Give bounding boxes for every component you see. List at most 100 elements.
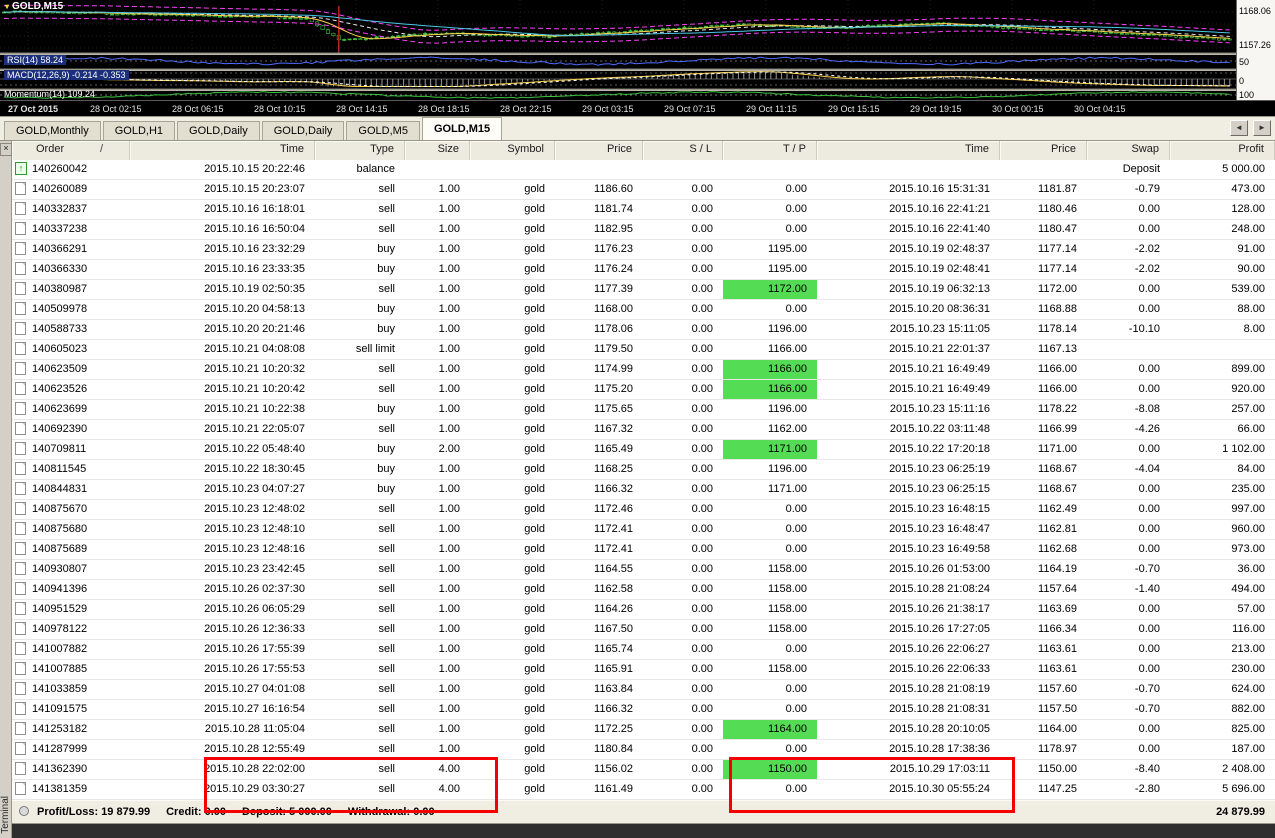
chart-tab-gold-m15[interactable]: GOLD,M15 [421, 117, 503, 140]
table-row[interactable]: 140844831 2015.10.23 04:07:27 buy 1.00 gold 1… [12, 480, 1275, 500]
table-row[interactable]: 141033859 2015.10.27 04:01:08 sell 1.00 gold… [12, 680, 1275, 700]
cell-ctime: 2015.10.28 20:10:05 [889, 723, 990, 735]
column-header-profit[interactable]: Profit [1170, 141, 1275, 160]
column-header-swap[interactable]: Swap [1087, 141, 1170, 160]
column-header-symbol[interactable]: Symbol [470, 141, 555, 160]
cell-ctime: 2015.10.16 15:31:31 [889, 183, 990, 195]
table-row[interactable]: 140588733 2015.10.20 20:21:46 buy 1.00 gold 1… [12, 320, 1275, 340]
table-row[interactable]: 141362390 2015.10.28 22:02:00 sell 4.00 gold… [12, 760, 1275, 780]
cell-symbol: gold [524, 703, 545, 715]
cell-sl: 0.00 [691, 723, 713, 735]
chart-price-scale[interactable]: 1168.06 1157.26 50 0 100 [1236, 0, 1275, 100]
table-row[interactable]: 140623526 2015.10.21 10:20:42 sell 1.00 gold… [12, 380, 1275, 400]
cell-ctime: 2015.10.28 17:38:36 [889, 743, 990, 755]
cell-symbol: gold [524, 343, 545, 355]
table-row[interactable]: 140951529 2015.10.26 06:05:29 sell 1.00 gold… [12, 600, 1275, 620]
table-row[interactable]: 140978122 2015.10.26 12:36:33 sell 1.00 gold… [12, 620, 1275, 640]
table-row[interactable]: 140509978 2015.10.20 04:58:13 buy 1.00 gold 1… [12, 300, 1275, 320]
tab-scroll-right-icon[interactable]: ► [1253, 120, 1271, 136]
cell-order: 141381359 [12, 780, 130, 799]
time-axis-label: 28 Oct 02:15 [90, 104, 142, 114]
table-row[interactable]: 140366330 2015.10.16 23:33:35 buy 1.00 gold 1… [12, 260, 1275, 280]
column-header-price[interactable]: Price [555, 141, 643, 160]
cell-time: 2015.10.23 12:48:02 [204, 503, 305, 515]
column-header-time[interactable]: Time [130, 141, 315, 160]
cell-symbol: gold [524, 243, 545, 255]
table-row[interactable]: 140332837 2015.10.16 16:18:01 sell 1.00 gold… [12, 200, 1275, 220]
cell-profit: 257.00 [1231, 403, 1265, 415]
cell-size: 1.00 [438, 303, 460, 315]
table-row[interactable]: 140623699 2015.10.21 10:22:38 buy 1.00 gold 1… [12, 400, 1275, 420]
table-row[interactable]: 140875680 2015.10.23 12:48:10 sell 1.00 gold… [12, 520, 1275, 540]
chart-tab-gold-daily[interactable]: GOLD,Daily [261, 121, 345, 140]
cell-sl: 0.00 [691, 243, 713, 255]
cell-price: 1176.23 [594, 243, 633, 255]
column-header-size[interactable]: Size [405, 141, 470, 160]
cell-swap: 0.00 [1138, 643, 1160, 655]
cell-size: 1.00 [438, 223, 460, 235]
cell-sl: 0.00 [691, 743, 713, 755]
table-row[interactable]: 140337238 2015.10.16 16:50:04 sell 1.00 gold… [12, 220, 1275, 240]
table-row[interactable]: 140623509 2015.10.21 10:20:32 sell 1.00 gold… [12, 360, 1275, 380]
table-row[interactable]: ↑ 140260042 2015.10.15 20:22:46 balance Depo… [12, 160, 1275, 180]
table-row[interactable]: 141091575 2015.10.27 16:16:54 sell 1.00 gold… [12, 700, 1275, 720]
table-row[interactable]: 140380987 2015.10.19 02:50:35 sell 1.00 gold… [12, 280, 1275, 300]
column-header-tp[interactable]: T / P [723, 141, 817, 160]
cell-price: 1175.20 [594, 383, 633, 395]
table-row[interactable]: 140930807 2015.10.23 23:42:45 sell 1.00 gold… [12, 560, 1275, 580]
tab-scroll-buttons: ◄ ► [1228, 120, 1271, 136]
cell-order: 140337238 [12, 220, 130, 239]
cell-tp: 1164.00 [723, 720, 817, 739]
cell-ctime: 2015.10.20 08:36:31 [889, 303, 990, 315]
table-row[interactable]: 140941396 2015.10.26 02:37:30 sell 1.00 gold… [12, 580, 1275, 600]
column-header-sl[interactable]: S / L [643, 141, 723, 160]
cell-symbol: gold [524, 603, 545, 615]
cell-tp: 1195.00 [768, 263, 807, 275]
cell-swap: -8.08 [1134, 403, 1160, 415]
chart-tab-gold-monthly[interactable]: GOLD,Monthly [4, 121, 101, 140]
cell-type: sell [378, 543, 395, 555]
cell-price: 1180.84 [594, 743, 633, 755]
terminal-close-button[interactable]: × [0, 143, 12, 156]
table-row[interactable]: 140811545 2015.10.22 18:30:45 buy 1.00 gold 1… [12, 460, 1275, 480]
table-row[interactable]: 141287999 2015.10.28 12:55:49 sell 1.00 gold… [12, 740, 1275, 760]
cell-cprice: 1163.69 [1038, 603, 1077, 615]
chart-time-axis[interactable]: 27 Oct 2015 28 Oct 02:15 28 Oct 06:15 28 Oc… [0, 100, 1275, 116]
cell-time: 2015.10.21 10:22:38 [204, 403, 305, 415]
table-row[interactable]: 141381359 2015.10.29 03:30:27 sell 4.00 gold… [12, 780, 1275, 800]
table-row[interactable]: 141007882 2015.10.26 17:55:39 sell 1.00 gold… [12, 640, 1275, 660]
table-row[interactable]: 140692390 2015.10.21 22:05:07 sell 1.00 gold… [12, 420, 1275, 440]
chart-symbol-label: ▾ GOLD,M15 [5, 1, 64, 12]
chart-tab-gold-h1[interactable]: GOLD,H1 [102, 121, 176, 140]
cell-symbol: gold [524, 223, 545, 235]
chart-tab-gold-daily[interactable]: GOLD,Daily [177, 121, 260, 140]
column-header-close-price[interactable]: Price [1000, 141, 1087, 160]
chart-panel[interactable]: ▾ GOLD,M15 RSI(14) 58.24 MACD(12,26,9) -0… [0, 0, 1275, 116]
table-row[interactable]: 140875670 2015.10.23 12:48:02 sell 1.00 gold… [12, 500, 1275, 520]
table-row[interactable]: 140260089 2015.10.15 20:23:07 sell 1.00 gold… [12, 180, 1275, 200]
column-header-order[interactable]: Order / [12, 141, 130, 160]
cell-size: 1.00 [438, 423, 460, 435]
column-header-type[interactable]: Type [315, 141, 405, 160]
table-row[interactable]: 140366291 2015.10.16 23:32:29 buy 1.00 gold 1… [12, 240, 1275, 260]
table-row[interactable]: 140709811 2015.10.22 05:48:40 buy 2.00 gold 1… [12, 440, 1275, 460]
cell-size: 1.00 [438, 263, 460, 275]
cell-sl: 0.00 [691, 483, 713, 495]
cell-size: 1.00 [438, 563, 460, 575]
cell-type: buy [377, 403, 395, 415]
table-row[interactable]: 140605023 2015.10.21 04:08:08 sell limit 1.… [12, 340, 1275, 360]
cell-ctime: 2015.10.26 17:27:05 [889, 623, 990, 635]
table-row[interactable]: 141007885 2015.10.26 17:55:53 sell 1.00 gold… [12, 660, 1275, 680]
table-row[interactable]: 141253182 2015.10.28 11:05:04 sell 1.00 gold… [12, 720, 1275, 740]
chart-tab-gold-m5[interactable]: GOLD,M5 [346, 121, 420, 140]
cell-ctime: 2015.10.19 06:32:13 [889, 283, 990, 295]
cell-ctime: 2015.10.26 21:38:17 [889, 603, 990, 615]
cell-time: 2015.10.16 23:33:35 [204, 263, 305, 275]
tab-scroll-left-icon[interactable]: ◄ [1229, 120, 1248, 136]
cell-swap: Deposit [1122, 163, 1160, 175]
cell-tp: 1195.00 [768, 243, 807, 255]
order-doc-icon [15, 741, 26, 755]
cell-symbol: gold [524, 503, 545, 515]
column-header-close-time[interactable]: Time [817, 141, 1000, 160]
table-row[interactable]: 140875689 2015.10.23 12:48:16 sell 1.00 gold… [12, 540, 1275, 560]
